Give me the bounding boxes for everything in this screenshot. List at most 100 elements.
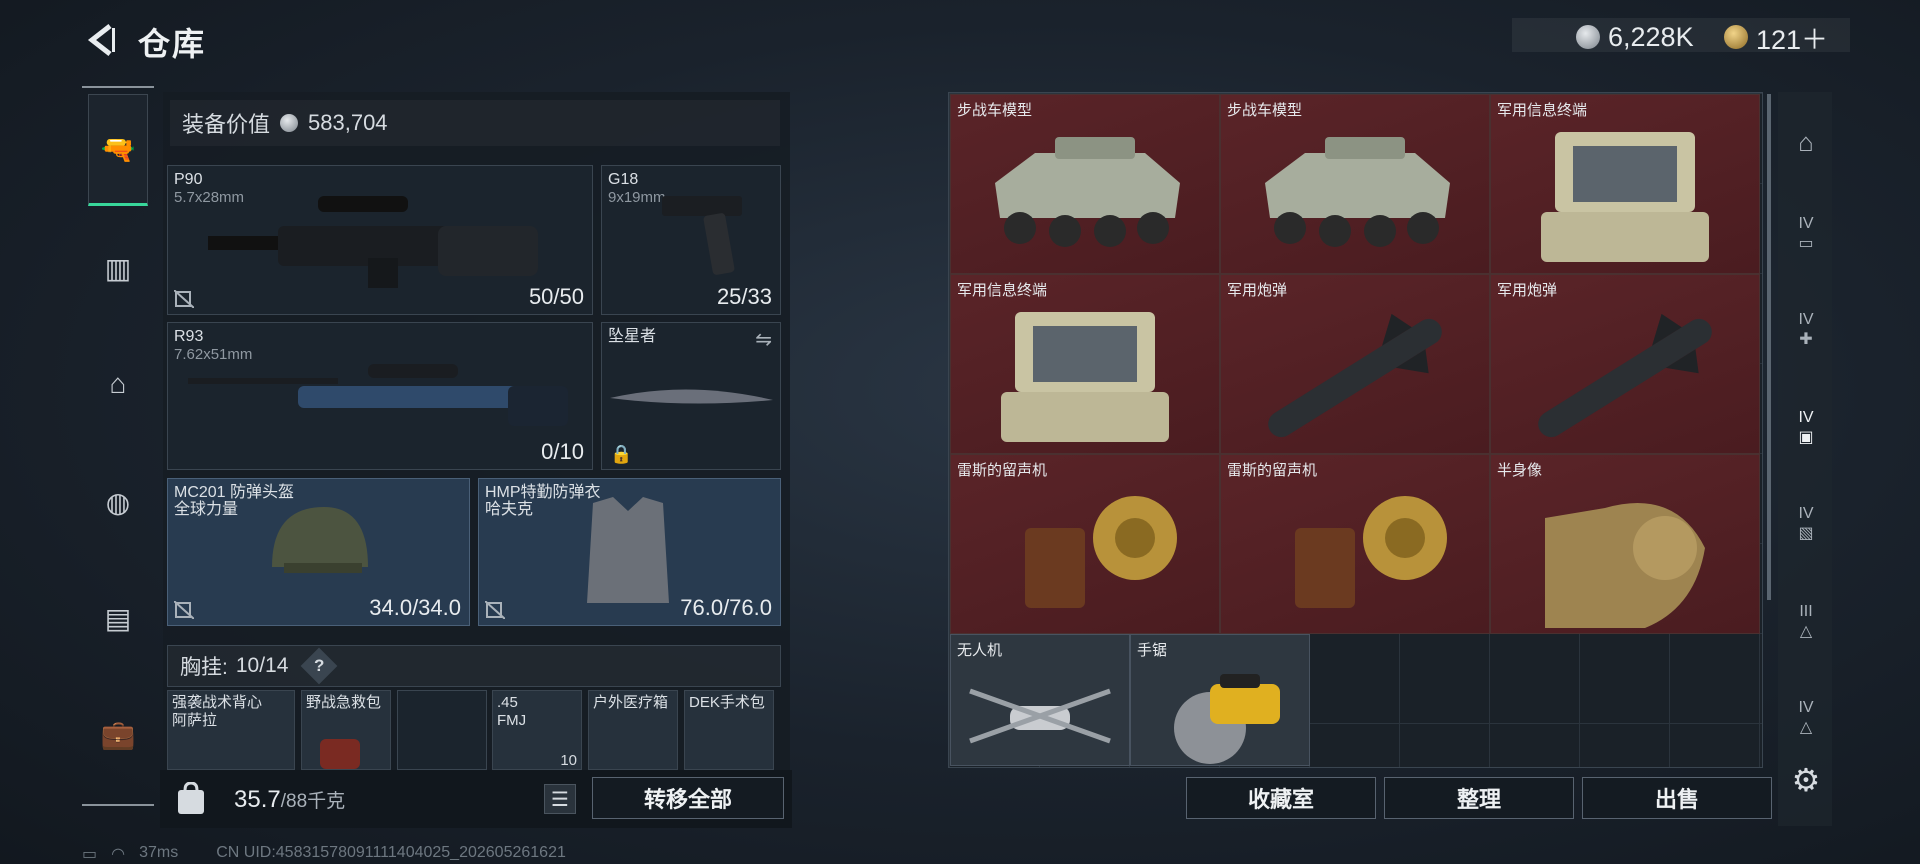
- equipment-value: 装备价值 583,704: [170, 100, 780, 146]
- gold-coin-icon: [1724, 25, 1748, 49]
- chest-item[interactable]: .45 FMJ 10: [492, 690, 582, 770]
- list-view-button[interactable]: ☰: [544, 784, 576, 814]
- weight-bag-icon: [178, 782, 204, 814]
- home-storage-icon[interactable]: ⌂: [1788, 124, 1824, 160]
- knife-icon: [610, 389, 773, 404]
- missile-icon: [1538, 314, 1712, 438]
- sort-button[interactable]: 整理: [1384, 777, 1574, 819]
- storage-tab-2[interactable]: IV ✚: [1788, 311, 1824, 348]
- grid-item[interactable]: 雷斯的留声机: [950, 454, 1220, 634]
- armor-vest-icon: [587, 497, 669, 603]
- gun-icon: 🔫: [100, 133, 136, 165]
- item-ammo-type: FMJ: [497, 712, 527, 729]
- slot-primary-weapon[interactable]: P90 5.7x28mm 50/50: [167, 165, 593, 315]
- chest-item[interactable]: 野战急救包: [301, 690, 391, 770]
- help-icon[interactable]: ?: [301, 647, 338, 685]
- carry-weight: 35.7/88千克: [234, 786, 345, 814]
- item-name: 野战急救包: [306, 694, 382, 711]
- status-bar: ▭ ◠ 37ms CN UID:45831578091111404025_202…: [82, 844, 566, 864]
- grid-item[interactable]: 军用炮弹: [1490, 274, 1760, 454]
- missile-icon: [1268, 314, 1442, 438]
- chest-item[interactable]: 强袭战术背心 阿萨拉: [167, 690, 295, 770]
- silver-coin-icon: [1576, 25, 1600, 49]
- collectible-icon: ▣: [1798, 429, 1814, 446]
- slot-count: 50/50: [528, 284, 584, 309]
- storage-tab-3-active[interactable]: IV ▣: [1788, 409, 1824, 446]
- currency-silver[interactable]: 6,228K: [1576, 18, 1694, 56]
- lock-icon: 🔒: [610, 444, 633, 464]
- item-name: 步战车模型: [1227, 102, 1303, 119]
- grid-scrollbar[interactable]: [1767, 94, 1771, 600]
- currency-gold-value: 121＋: [1756, 24, 1829, 55]
- saw-icon: [1174, 673, 1280, 764]
- chest-rig-header: 胸挂: 10/14 ?: [167, 645, 781, 687]
- chest-label: 胸挂:: [180, 656, 228, 679]
- ifv-model-icon: [1265, 137, 1450, 248]
- container-icon: ▤: [104, 602, 132, 634]
- item-name: .45: [497, 694, 518, 711]
- slot-durability: 76.0/76.0: [680, 595, 772, 620]
- slot-name: G18: [608, 171, 639, 188]
- bag-icon: ◍: [105, 486, 131, 518]
- slot-melee[interactable]: 坠星者 ⇋ 🔒: [601, 322, 781, 470]
- currency-gold[interactable]: 121＋: [1724, 18, 1828, 56]
- grid-item[interactable]: 无人机: [950, 634, 1130, 766]
- storage-tab-6[interactable]: IV △: [1788, 699, 1824, 736]
- nav-containers[interactable]: ▤: [88, 588, 148, 648]
- nav-case[interactable]: 💼: [88, 704, 148, 764]
- left-category-nav: 🔫 ▥ ⌂ ◍ ▤ 💼: [82, 86, 154, 806]
- weight-max: /88千克: [280, 791, 346, 812]
- grid-item[interactable]: 步战车模型: [1220, 94, 1490, 274]
- storage-tab-1[interactable]: IV ▭: [1788, 215, 1824, 252]
- collection-room-button[interactable]: 收藏室: [1186, 777, 1376, 819]
- storage-tab-5[interactable]: III △: [1788, 603, 1824, 640]
- chest-item[interactable]: DEK手术包: [684, 690, 774, 770]
- vest-icon: ▥: [104, 252, 132, 284]
- gramophone-icon: [1025, 496, 1177, 609]
- item-name: 军用信息终端: [957, 282, 1048, 299]
- grid-item[interactable]: 半身像: [1490, 454, 1760, 634]
- ping: 37ms: [139, 844, 179, 861]
- item-name: 强袭战术背心: [172, 694, 263, 711]
- nav-backpack[interactable]: ⌂: [88, 354, 148, 414]
- slot-durability: 34.0/34.0: [369, 595, 461, 620]
- terminal-icon: [1541, 132, 1709, 263]
- sell-button[interactable]: 出售: [1582, 777, 1772, 819]
- back-arrow-icon[interactable]: [82, 20, 122, 60]
- no-insure-icon: [174, 290, 194, 308]
- item-name: 无人机: [957, 642, 1003, 659]
- transfer-all-button[interactable]: 转移全部: [592, 777, 784, 819]
- slot-helmet[interactable]: MC201 防弹头盔 全球力量 34.0/34.0: [167, 478, 470, 626]
- nav-armor[interactable]: ▥: [88, 238, 148, 298]
- drone-icon: [969, 688, 1111, 743]
- grid-item[interactable]: 军用信息终端: [950, 274, 1220, 454]
- nav-gear[interactable]: ◍: [88, 472, 148, 532]
- page-title: 仓库: [138, 26, 207, 62]
- slot-sidearm[interactable]: G18 9x19mm 25/33: [601, 165, 781, 315]
- folder-icon: ▭: [1798, 235, 1814, 252]
- chest-item-empty[interactable]: [397, 690, 487, 770]
- item-name: 军用信息终端: [1497, 102, 1588, 119]
- grid-item[interactable]: 步战车模型: [950, 94, 1220, 274]
- slot-armor[interactable]: HMP特勤防弹衣 哈夫克 76.0/76.0: [478, 478, 781, 626]
- triangle-box-icon: △: [1799, 719, 1813, 736]
- slot-secondary-weapon[interactable]: R93 7.62x51mm 0/10: [167, 322, 593, 470]
- wifi-icon: ◠: [111, 846, 126, 863]
- battery-icon: ▭: [82, 846, 98, 863]
- nav-weapons[interactable]: 🔫: [88, 94, 148, 206]
- slot-name: P90: [174, 171, 203, 188]
- briefcase-icon: 💼: [100, 718, 136, 750]
- item-name: 半身像: [1497, 462, 1543, 479]
- item-name: 步战车模型: [957, 102, 1033, 119]
- storage-tab-4[interactable]: IV ▧: [1788, 505, 1824, 542]
- settings-gear-icon[interactable]: ⚙: [1788, 762, 1824, 798]
- grid-item[interactable]: 雷斯的留声机: [1220, 454, 1490, 634]
- grid-item[interactable]: 手锯: [1130, 634, 1310, 766]
- chest-item[interactable]: 户外医疗箱: [588, 690, 678, 770]
- item-name: 雷斯的留声机: [957, 462, 1048, 479]
- grid-item[interactable]: 军用信息终端: [1490, 94, 1760, 274]
- grid-item[interactable]: 军用炮弹: [1220, 274, 1490, 454]
- slot-count: 25/33: [716, 284, 772, 309]
- swap-icon[interactable]: ⇋: [755, 327, 772, 352]
- p90-rifle-icon: [208, 196, 538, 288]
